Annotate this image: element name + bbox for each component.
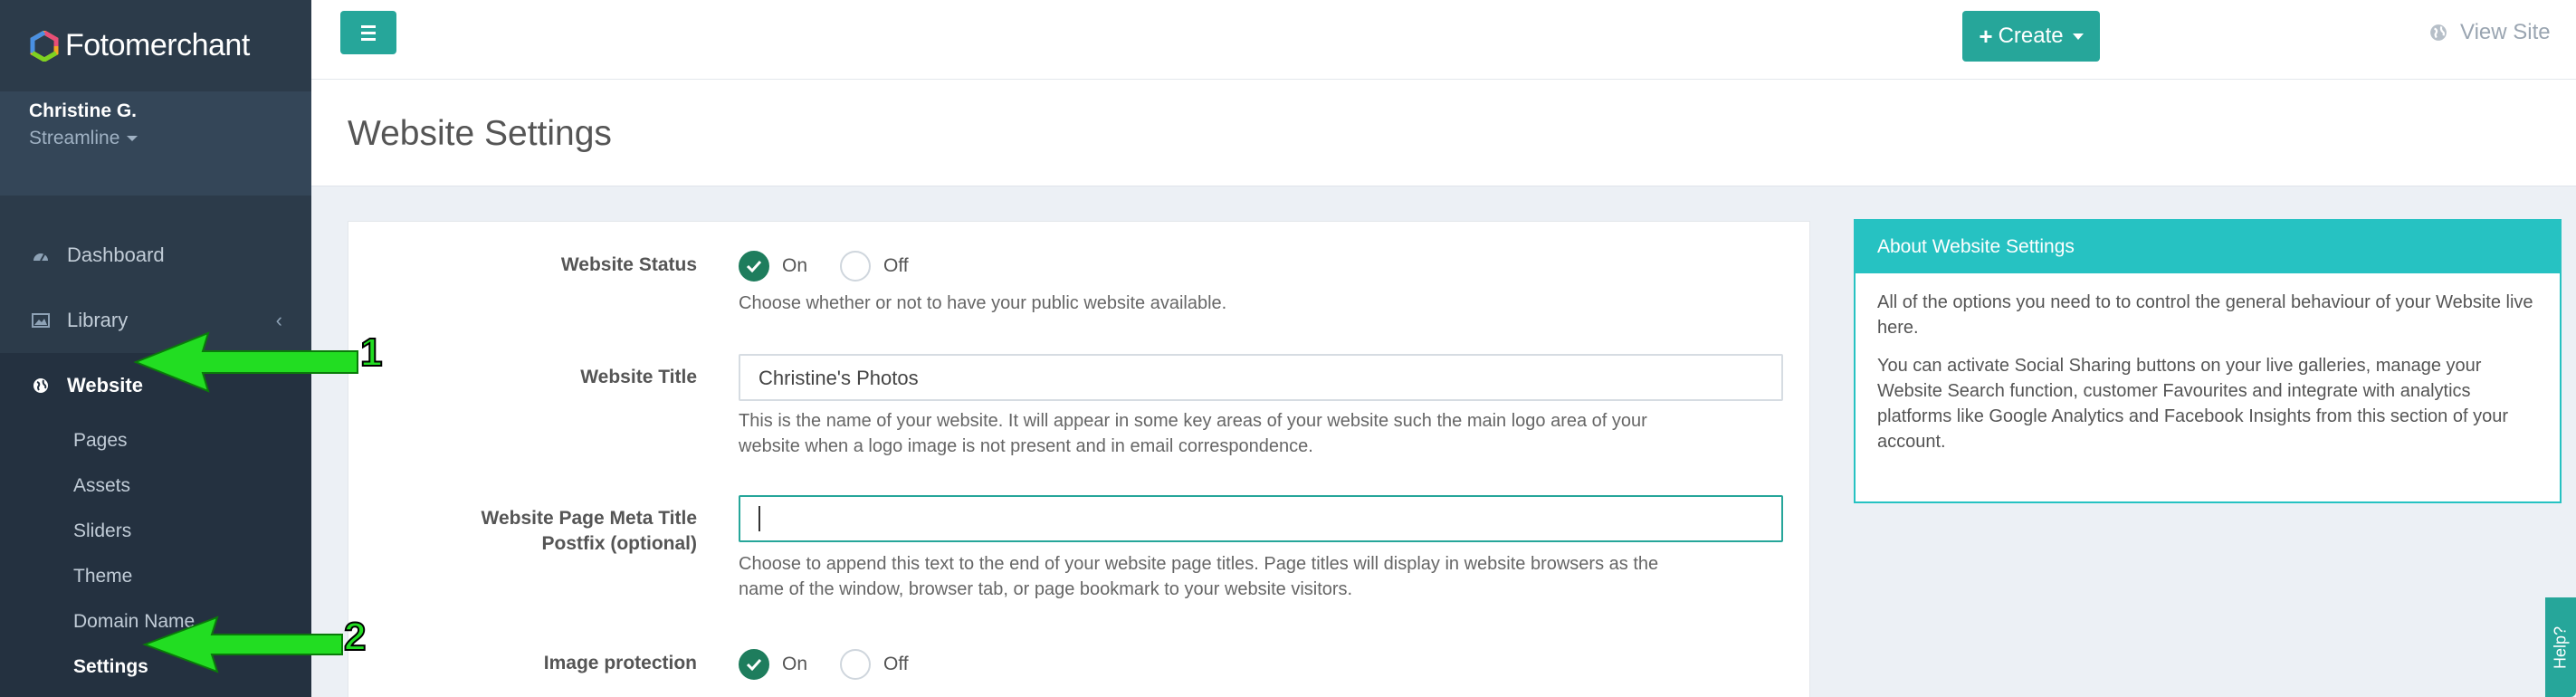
about-panel: About Website Settings All of the option… — [1854, 219, 2562, 503]
radio-label-on: On — [782, 255, 808, 276]
website-title-label: Website Title — [580, 367, 697, 387]
website-status-radios: On Off — [739, 251, 941, 282]
label-line: Website Page Meta Title — [481, 508, 697, 529]
caret-down-icon — [127, 136, 138, 141]
about-paragraph: You can activate Social Sharing buttons … — [1877, 356, 2509, 452]
caret-down-icon — [2072, 33, 2084, 40]
website-title-input[interactable]: Christine's Photos — [739, 354, 1783, 401]
globe-icon — [2430, 24, 2447, 41]
check-icon — [746, 260, 762, 272]
sidebar-item-label: Website — [67, 374, 143, 396]
logo[interactable]: Fotomerchant — [0, 0, 311, 91]
top-bar — [311, 0, 2576, 80]
settings-form: Website Status On Off Choose whether or … — [348, 221, 1810, 697]
brand-name: Fotomerchant — [65, 28, 250, 62]
image-protection-off-radio[interactable] — [840, 649, 872, 680]
help-line: name of the window, browser tab, or page… — [739, 579, 1353, 599]
website-status-help: Choose whether or not to have your publi… — [739, 293, 1227, 313]
sidebar-subitem-assets[interactable]: Assets — [0, 463, 311, 509]
website-status-on-radio[interactable] — [739, 251, 769, 282]
plan-label: Streamline — [29, 128, 120, 148]
sidebar-subitem-pages[interactable]: Pages — [0, 418, 311, 463]
sidebar-item-website[interactable]: Website — [0, 353, 311, 418]
sidebar-subitem-sliders[interactable]: Sliders — [0, 509, 311, 554]
menu-toggle-button[interactable] — [340, 11, 396, 54]
view-site-link[interactable]: View Site — [2429, 20, 2551, 45]
meta-postfix-help: Choose to append this text to the end of… — [739, 551, 1761, 602]
sidebar-subitem-theme[interactable]: Theme — [0, 554, 311, 599]
create-label: Create — [1998, 24, 2064, 48]
help-line: This is the name of your website. It wil… — [739, 411, 1647, 431]
check-icon — [746, 658, 762, 671]
globe-icon — [31, 376, 51, 396]
help-line: Choose to append this text to the end of… — [739, 554, 1659, 574]
user-panel: Christine G. Streamline — [0, 91, 311, 196]
sidebar-item-dashboard[interactable]: Dashboard — [0, 223, 311, 288]
text-cursor — [758, 506, 760, 532]
image-icon — [31, 310, 51, 330]
dashboard-icon — [31, 245, 51, 265]
about-paragraph: All of the options you need to to contro… — [1877, 292, 2533, 338]
hamburger-icon — [361, 24, 376, 28]
plus-icon: + — [1979, 22, 1993, 50]
chevron-left-icon: ‹ — [275, 309, 282, 331]
image-protection-on-radio[interactable] — [739, 649, 769, 680]
meta-postfix-input[interactable] — [739, 495, 1783, 542]
about-panel-body: All of the options you need to to contro… — [1856, 273, 2560, 471]
radio-label-off: Off — [883, 255, 909, 276]
about-panel-title: About Website Settings — [1856, 221, 2560, 273]
radio-label-off: Off — [883, 654, 909, 674]
sidebar-item-library[interactable]: Library ‹ — [0, 288, 311, 353]
image-protection-radios: On Off — [739, 649, 941, 680]
sidebar: Fotomerchant Christine G. Streamline Das… — [0, 0, 311, 697]
help-line: website when a logo image is not present… — [739, 436, 1313, 456]
page-title: Website Settings — [348, 114, 612, 153]
image-protection-label: Image protection — [543, 653, 697, 673]
website-status-off-radio[interactable] — [840, 251, 872, 282]
radio-label-on: On — [782, 654, 808, 674]
label-line: Postfix (optional) — [541, 533, 698, 554]
sidebar-item-label: Library — [67, 309, 129, 331]
plan-dropdown[interactable]: Streamline — [29, 128, 282, 149]
website-status-label: Website Status — [560, 254, 697, 275]
sidebar-nav: Dashboard Library ‹ Website Pages Assets… — [0, 196, 311, 697]
website-submenu: Pages Assets Sliders Theme Domain Name S… — [0, 418, 311, 697]
page-header: Website Settings — [311, 80, 2576, 186]
view-site-label: View Site — [2460, 20, 2551, 44]
website-title-help: This is the name of your website. It wil… — [739, 408, 1761, 459]
sidebar-subitem-domain-name[interactable]: Domain Name — [0, 599, 311, 644]
fotomerchant-logo-icon — [30, 30, 59, 62]
sidebar-item-label: Dashboard — [67, 243, 165, 266]
help-tab[interactable]: Help? — [2545, 597, 2576, 697]
create-button[interactable]: + Create — [1962, 11, 2100, 62]
meta-postfix-label: Website Page Meta Title Postfix (optiona… — [335, 506, 697, 557]
sidebar-subitem-settings[interactable]: Settings — [0, 644, 311, 690]
user-name: Christine G. — [29, 100, 138, 121]
